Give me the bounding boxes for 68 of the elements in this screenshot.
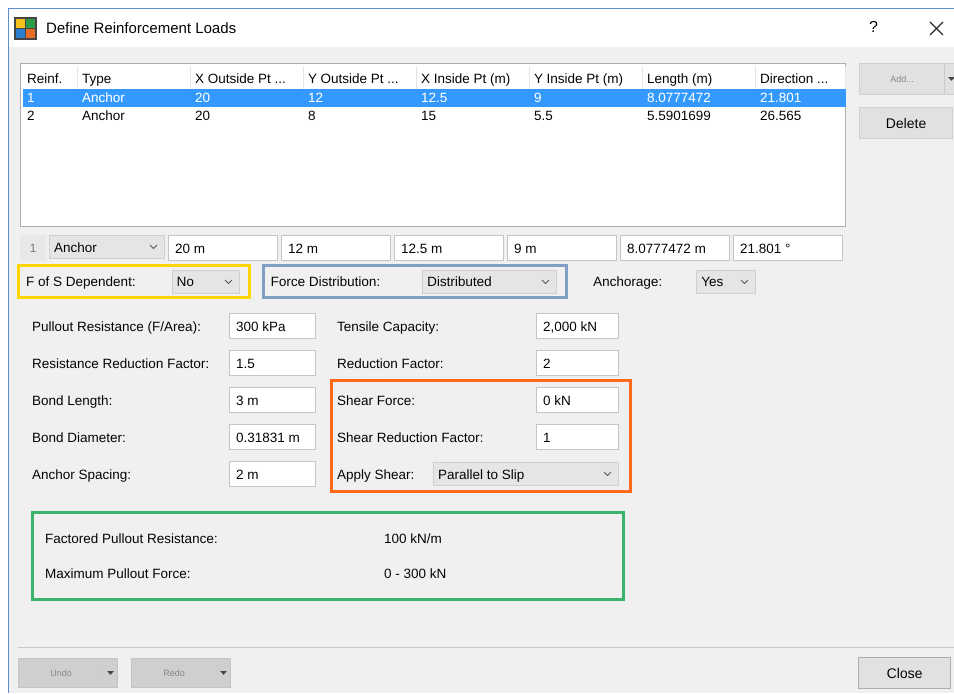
option-dropdown[interactable]: Distributed	[422, 270, 558, 294]
close-icon[interactable]	[929, 20, 944, 36]
chevron-down-icon	[149, 244, 158, 250]
table-cell-text: 8	[307, 107, 317, 125]
field-label: Reduction Factor:	[337, 356, 444, 370]
row-index: 1	[20, 235, 46, 261]
close-button[interactable]: Close	[858, 656, 951, 688]
field-label: Bond Length:	[32, 392, 112, 408]
option-label: F of S Dependent:	[26, 274, 136, 289]
option-label: Force Distribution:	[270, 274, 380, 289]
field-label: Shear Force:	[337, 392, 416, 408]
coordinate-field[interactable]: 8.0777472 m	[620, 235, 730, 261]
help-button[interactable]: ?	[869, 19, 929, 37]
result-value: 0 - 300 kN	[384, 566, 446, 581]
field-label: Pullout Resistance (F/Area):	[32, 318, 201, 334]
table-cell-text: 15	[420, 107, 438, 125]
input-field[interactable]: 1	[536, 424, 619, 450]
table-cell-text: 26.565	[759, 107, 802, 125]
table-cell-text: 5.5901699	[646, 107, 712, 125]
coordinate-field[interactable]: 9 m	[507, 235, 617, 261]
input-field[interactable]: 0.31831 m	[229, 424, 316, 450]
field-label: Apply Shear:	[337, 466, 414, 482]
input-field[interactable]: 2,000 kN	[536, 313, 619, 339]
input-field[interactable]: 0 kN	[536, 387, 619, 413]
field-label: Tensile Capacity:	[337, 318, 440, 334]
coordinate-field[interactable]: 20 m	[168, 235, 278, 261]
coordinate-field[interactable]: 12 m	[281, 235, 391, 261]
input-field[interactable]: 2	[536, 350, 619, 376]
window-title: Define Reinforcement Loads	[46, 20, 238, 36]
table-cell: 9	[530, 89, 643, 107]
result-label: Maximum Pullout Force:	[45, 566, 192, 581]
table-cell: Anchor	[78, 89, 191, 107]
field-label: Resistance Reduction Factor:	[32, 356, 210, 370]
apply-shear-dropdown[interactable]: Parallel to Slip	[433, 462, 619, 486]
chevron-down-icon	[603, 471, 612, 477]
dropdown-arrow-icon	[107, 670, 114, 674]
table-cell-text: 5.5	[533, 107, 554, 125]
type-dropdown[interactable]: Anchor	[49, 235, 165, 259]
table-cell: 1	[23, 89, 78, 107]
delete-button[interactable]: Delete	[859, 107, 953, 139]
coordinate-field[interactable]: 12.5 m	[394, 235, 504, 261]
result-value: 100 kN/m	[384, 531, 442, 546]
table-cell: 12	[304, 89, 417, 107]
dropdown-arrow-icon	[948, 77, 954, 81]
table-cell: 20	[191, 89, 304, 107]
app-logo-icon	[14, 16, 37, 40]
input-field[interactable]: 1.5	[229, 350, 316, 376]
input-field[interactable]: 3 m	[229, 387, 316, 413]
table-cell: 8.0777472	[643, 89, 756, 107]
input-field[interactable]: 300 kPa	[229, 313, 316, 339]
field-label: Shear Reduction Factor:	[337, 430, 484, 444]
dropdown-arrow-icon	[220, 670, 227, 674]
table-cell: 21.801	[756, 89, 846, 107]
option-dropdown[interactable]: Yes	[696, 270, 756, 294]
table-cell: 12.5	[417, 89, 530, 107]
option-dropdown[interactable]: No	[172, 270, 240, 294]
result-label: Factored Pullout Resistance:	[45, 531, 219, 546]
table-cell-text: 20	[194, 107, 212, 125]
field-label: Anchor Spacing:	[32, 466, 132, 482]
chevron-down-icon	[541, 278, 550, 284]
option-label: Anchorage:	[593, 274, 662, 289]
table-cell-text: 2	[26, 107, 36, 125]
chevron-down-icon	[740, 278, 750, 284]
input-field[interactable]: 2 m	[229, 461, 316, 487]
coordinate-field[interactable]: 21.801 °	[733, 235, 843, 261]
field-label: Bond Diameter:	[32, 430, 126, 444]
table-cell-text: Anchor	[81, 107, 126, 125]
chevron-down-icon	[224, 278, 233, 284]
